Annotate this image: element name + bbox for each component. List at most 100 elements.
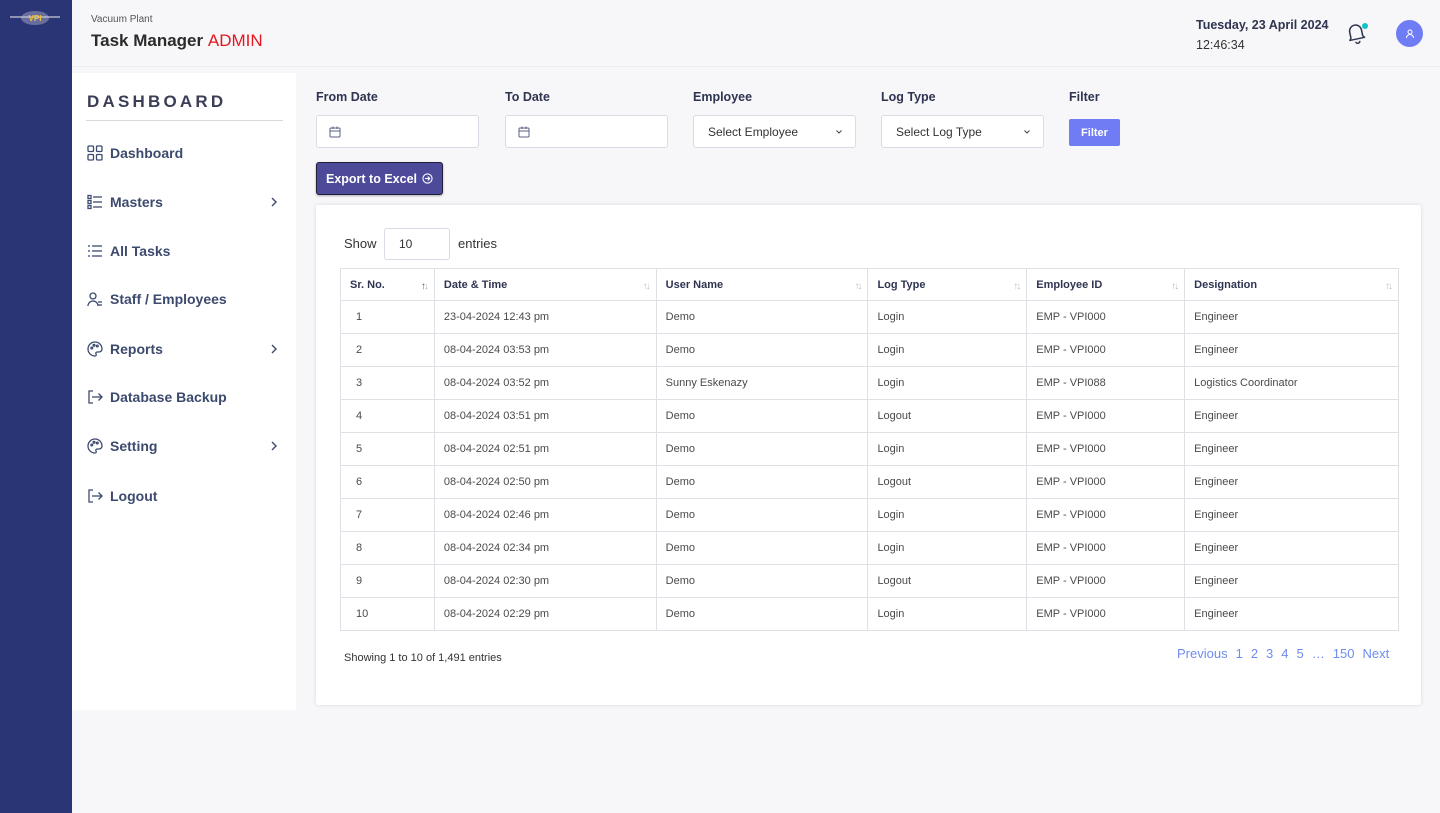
sidebar-item-staff[interactable]: Staff / Employees xyxy=(87,287,287,311)
table-row: 3 08-04-2024 03:52 pm Sunny Eskenazy Login E… xyxy=(340,366,1399,400)
filter-button[interactable]: Filter xyxy=(1069,119,1120,146)
table-row: 8 08-04-2024 02:34 pm Demo Login EMP - VPI00… xyxy=(340,531,1399,565)
table-cell: Logout xyxy=(867,399,1028,433)
sort-icon: ↑↓ xyxy=(1385,281,1393,292)
user-icon xyxy=(1405,29,1414,38)
sidebar-item-logout[interactable]: Logout xyxy=(87,484,287,508)
table-cell: Demo xyxy=(655,432,869,466)
table-cell: EMP - VPI000 xyxy=(1026,531,1186,565)
table-cell: Engineer xyxy=(1184,300,1399,334)
brand-title: Task Manager ADMIN xyxy=(91,31,263,51)
table-cell: 08-04-2024 02:46 pm xyxy=(433,498,657,532)
export-excel-button[interactable]: Export to Excel xyxy=(316,162,443,195)
logout-arrow-icon xyxy=(87,488,103,504)
logs-table: Sr. No. ↑↓ Date & Time ↑↓ User Name ↑↓ Log … xyxy=(340,268,1399,631)
grid-icon xyxy=(87,145,103,161)
sidebar-item-all-tasks[interactable]: All Tasks xyxy=(87,239,287,263)
column-header[interactable]: Log Type ↑↓ xyxy=(867,268,1028,301)
column-header[interactable]: Employee ID ↑↓ xyxy=(1026,268,1186,301)
sidebar-item-reports[interactable]: Reports xyxy=(87,337,287,361)
table-cell: Engineer xyxy=(1184,399,1399,433)
to-date-input[interactable] xyxy=(505,115,668,148)
table-cell: Demo xyxy=(655,333,869,367)
avatar[interactable] xyxy=(1396,20,1423,47)
logs-card: Show 10 entries Sr. No. ↑↓ Date & Time ↑↓ … xyxy=(316,205,1421,705)
table-cell: Sunny Eskenazy xyxy=(655,366,869,400)
table-cell: 4 xyxy=(340,399,435,433)
pagination-link[interactable]: 3 xyxy=(1266,646,1273,661)
sidebar-divider xyxy=(86,120,283,121)
table-cell: 9 xyxy=(340,564,435,598)
table-cell: Login xyxy=(867,498,1028,532)
sidebar-item-masters[interactable]: Masters xyxy=(87,190,287,214)
pagination-link[interactable]: Next xyxy=(1362,646,1389,661)
employee-select-value: Select Employee xyxy=(708,125,799,139)
sidebar-item-label: Database Backup xyxy=(110,389,227,405)
sidebar-item-database-backup[interactable]: Database Backup xyxy=(87,385,287,409)
from-date-input[interactable] xyxy=(316,115,479,148)
log-type-select[interactable]: Select Log Type xyxy=(881,115,1044,148)
pagination-link[interactable]: 1 xyxy=(1236,646,1243,661)
notification-dot xyxy=(1362,23,1368,29)
pagination-link[interactable]: 2 xyxy=(1251,646,1258,661)
table-cell: Demo xyxy=(655,531,869,565)
sidebar-item-dashboard[interactable]: Dashboard xyxy=(87,141,287,165)
table-cell: EMP - VPI000 xyxy=(1026,465,1186,499)
chevron-down-icon xyxy=(1024,130,1030,134)
column-header[interactable]: Sr. No. ↑↓ xyxy=(340,268,435,301)
column-header[interactable]: Designation ↑↓ xyxy=(1184,268,1399,301)
table-row: 4 08-04-2024 03:51 pm Demo Logout EMP - VPI0… xyxy=(340,399,1399,433)
column-header-label: Date & Time xyxy=(443,278,508,291)
table-cell: EMP - VPI088 xyxy=(1026,366,1186,400)
palette-icon xyxy=(87,438,103,454)
table-cell: Logout xyxy=(867,465,1028,499)
table-cell: EMP - VPI000 xyxy=(1026,564,1186,598)
table-cell: Login xyxy=(867,531,1028,565)
table-cell: 2 xyxy=(340,333,435,367)
table-cell: Engineer xyxy=(1184,333,1399,367)
pagination-link[interactable]: Previous xyxy=(1177,646,1228,661)
table-cell: Login xyxy=(867,366,1028,400)
table-cell: EMP - VPI000 xyxy=(1026,432,1186,466)
table-cell: 08-04-2024 03:52 pm xyxy=(433,366,657,400)
brand-subtitle: Vacuum Plant xyxy=(91,14,153,25)
table-cell: Login xyxy=(867,300,1028,334)
logout-arrow-icon xyxy=(87,389,103,405)
pagination-link[interactable]: 5 xyxy=(1297,646,1304,661)
column-header-label: Log Type xyxy=(877,278,926,291)
pagination-link[interactable]: 150 xyxy=(1333,646,1355,661)
employee-select[interactable]: Select Employee xyxy=(693,115,856,148)
sidebar-item-setting[interactable]: Setting xyxy=(87,434,287,458)
column-header-label: Sr. No. xyxy=(350,278,385,291)
column-header[interactable]: Date & Time ↑↓ xyxy=(433,268,657,301)
table-cell: Demo xyxy=(655,399,869,433)
arrow-circle-right-icon xyxy=(422,173,433,184)
chevron-right-icon xyxy=(271,197,277,207)
palette-icon xyxy=(87,341,103,357)
svg-text:VPI: VPI xyxy=(29,14,42,23)
table-row: 1 23-04-2024 12:43 pm Demo Login EMP - VPI00… xyxy=(340,300,1399,334)
pagination-link[interactable]: 4 xyxy=(1281,646,1288,661)
calendar-icon xyxy=(518,126,530,138)
table-cell: Logistics Coordinator xyxy=(1184,366,1399,400)
show-label: Show xyxy=(344,236,377,251)
log-type-select-value: Select Log Type xyxy=(896,125,982,139)
table-row: 5 08-04-2024 02:51 pm Demo Login EMP - VPI00… xyxy=(340,432,1399,466)
sort-icon: ↑↓ xyxy=(420,281,429,292)
table-info: Showing 1 to 10 of 1,491 entries xyxy=(344,652,502,664)
table-cell: EMP - VPI000 xyxy=(1026,300,1186,334)
table-cell: Engineer xyxy=(1184,465,1399,499)
table-cell: Engineer xyxy=(1184,531,1399,565)
current-time: 12:46:34 xyxy=(1196,38,1245,52)
table-cell: 08-04-2024 02:34 pm xyxy=(433,531,657,565)
pagination-link[interactable]: … xyxy=(1312,646,1325,661)
table-cell: 08-04-2024 03:51 pm xyxy=(433,399,657,433)
table-cell: 08-04-2024 02:30 pm xyxy=(433,564,657,598)
calendar-icon xyxy=(329,126,341,138)
column-header-label: Designation xyxy=(1194,278,1258,291)
chevron-right-icon xyxy=(271,441,277,451)
sidebar-item-label: Masters xyxy=(110,194,163,210)
table-cell: Logout xyxy=(867,564,1028,598)
entries-select[interactable]: 10 xyxy=(384,228,450,260)
column-header[interactable]: User Name ↑↓ xyxy=(655,268,869,301)
